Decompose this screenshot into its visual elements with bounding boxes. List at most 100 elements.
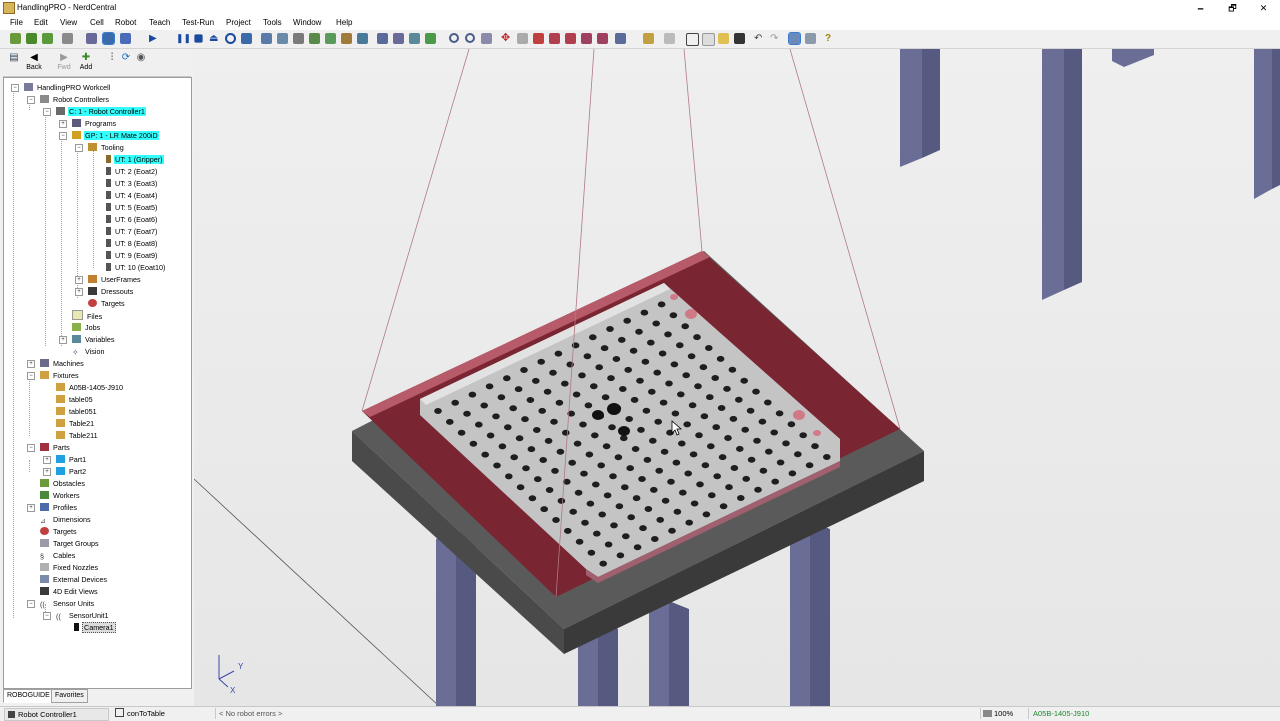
tree-tool-8[interactable]: UT: 8 (Eoat8) — [106, 238, 158, 249]
tree-parts[interactable]: − Parts — [27, 442, 71, 453]
program-edit-icon[interactable] — [377, 33, 388, 44]
tree-machines[interactable]: + Machines — [27, 358, 85, 369]
tree-4d-edit-views[interactable]: 4D Edit Views — [40, 586, 99, 597]
target-icon[interactable] — [293, 33, 304, 44]
menu-tools[interactable]: Tools — [263, 18, 282, 27]
add-target-icon[interactable] — [26, 33, 37, 44]
zoom-fit-icon[interactable] — [481, 33, 492, 44]
maximize-button[interactable]: 🗗 — [1216, 0, 1249, 16]
tree-tool-7[interactable]: UT: 7 (Eoat7) — [106, 226, 158, 237]
menu-help[interactable]: Help — [336, 18, 352, 27]
tree-variables[interactable]: + Variables — [59, 334, 115, 345]
redo-icon[interactable]: ↷ — [770, 33, 781, 44]
forward-button[interactable]: ▶ Fwd — [53, 52, 75, 74]
tree-tool-2[interactable]: UT: 2 (Eoat2) — [106, 166, 158, 177]
tree-userframes[interactable]: + UserFrames — [75, 274, 142, 285]
teach-icon[interactable] — [10, 33, 21, 44]
jog2-icon[interactable] — [565, 33, 576, 44]
chart-icon[interactable] — [805, 33, 816, 44]
tree-vision[interactable]: ✧ Vision — [72, 346, 105, 357]
layout-icon[interactable] — [357, 33, 368, 44]
tree-jobs[interactable]: Jobs — [72, 322, 101, 333]
tree-files[interactable]: Files — [72, 310, 103, 321]
grid-icon[interactable] — [686, 33, 699, 46]
tree-tool-1[interactable]: UT: 1 (Gripper) — [106, 154, 164, 165]
run-icon[interactable]: ▶ — [149, 33, 160, 44]
move-icon[interactable]: ✥ — [501, 33, 512, 44]
align-icon[interactable] — [517, 33, 528, 44]
program-icon[interactable] — [86, 33, 97, 44]
minimize-button[interactable]: 🗕 — [1184, 0, 1217, 16]
menu-window[interactable]: Window — [293, 18, 321, 27]
tree-part-2[interactable]: + Part2 — [43, 466, 87, 477]
tree-dimensions[interactable]: ⊿ Dimensions — [40, 514, 92, 525]
tree-target-groups[interactable]: Target Groups — [40, 538, 100, 549]
search-tree-icon[interactable]: ◉ — [130, 52, 152, 74]
tab-favorites[interactable]: Favorites — [51, 689, 88, 703]
tree-targets-global[interactable]: Targets — [40, 526, 78, 537]
refresh-icon[interactable] — [277, 33, 288, 44]
tree-profiles[interactable]: + Profiles — [27, 502, 78, 513]
tree-sensor-unit-1[interactable]: −((SensorUnit1 — [43, 610, 110, 621]
view-icon[interactable] — [615, 33, 626, 44]
menu-test-run[interactable]: Test-Run — [182, 18, 214, 27]
fixture-icon[interactable] — [325, 33, 336, 44]
jog4-icon[interactable] — [597, 33, 608, 44]
tree-fixture-1[interactable]: A05B-1405-J910 — [56, 382, 124, 393]
stop-icon[interactable] — [194, 34, 203, 43]
tree-external-devices[interactable]: External Devices — [40, 574, 108, 585]
measure-icon[interactable] — [643, 33, 654, 44]
menu-teach[interactable]: Teach — [149, 18, 170, 27]
new-icon[interactable] — [702, 33, 715, 46]
tree-tool-5[interactable]: UT: 5 (Eoat5) — [106, 202, 158, 213]
menu-robot[interactable]: Robot — [115, 18, 136, 27]
tree-camera-1[interactable]: Camera1 — [74, 622, 116, 633]
tree-tool-6[interactable]: UT: 6 (Eoat6) — [106, 214, 158, 225]
panel-menu-icon[interactable]: ▤ — [3, 52, 25, 74]
save-icon[interactable] — [734, 33, 745, 44]
tree-tool-10[interactable]: UT: 10 (Eoat10) — [106, 262, 166, 273]
tree-tooling[interactable]: − Tooling — [75, 142, 125, 153]
add-button[interactable]: ✚ Add — [75, 52, 97, 74]
frame-icon[interactable] — [533, 33, 544, 44]
tree-targets[interactable]: Targets — [88, 298, 126, 309]
tree-workers[interactable]: Workers — [40, 490, 81, 501]
reset-icon[interactable] — [225, 33, 236, 44]
tree-obstacles[interactable]: Obstacles — [40, 478, 86, 489]
hand-icon[interactable] — [664, 33, 675, 44]
online-icon[interactable] — [393, 33, 404, 44]
zoom-out-icon[interactable] — [465, 33, 475, 43]
menu-edit[interactable]: Edit — [34, 18, 48, 27]
back-button[interactable]: ◀ Back — [23, 52, 45, 74]
open-icon[interactable] — [718, 33, 729, 44]
tree-view-icon[interactable] — [788, 32, 801, 45]
tree-workcell[interactable]: − HandlingPRO Workcell — [11, 82, 111, 93]
pause-icon[interactable]: ❚❚ — [176, 33, 191, 44]
menu-cell[interactable]: Cell — [90, 18, 104, 27]
io-icon[interactable] — [409, 33, 420, 44]
part-icon[interactable] — [341, 33, 352, 44]
tree-group-1[interactable]: − GP: 1 - LR Mate 200iD — [59, 130, 159, 141]
select-mode-icon[interactable] — [102, 32, 115, 45]
machine-icon[interactable] — [309, 33, 320, 44]
tree-fixture-4[interactable]: Table21 — [56, 418, 95, 429]
tree-controller-1[interactable]: − C: 1 - Robot Controller1 — [43, 106, 146, 117]
check-icon[interactable] — [425, 33, 436, 44]
touchup-icon[interactable] — [62, 33, 73, 44]
tree-dressouts[interactable]: + Dressouts — [75, 286, 134, 297]
tree-fixture-2[interactable]: table05 — [56, 394, 94, 405]
tree-fixture-5[interactable]: Table211 — [56, 430, 99, 441]
help-icon[interactable]: ? — [825, 33, 836, 44]
record-icon[interactable] — [120, 33, 131, 44]
tree-tool-4[interactable]: UT: 4 (Eoat4) — [106, 190, 158, 201]
tree-fixed-nozzles[interactable]: Fixed Nozzles — [40, 562, 99, 573]
tree-robot-controllers[interactable]: − Robot Controllers — [27, 94, 110, 105]
modify-target-icon[interactable] — [42, 33, 53, 44]
eject-icon[interactable]: ⏏ — [209, 33, 220, 44]
close-button[interactable]: ✕ — [1247, 0, 1280, 16]
status-program[interactable]: conToTable — [113, 708, 211, 719]
jog3-icon[interactable] — [581, 33, 592, 44]
status-controller[interactable]: Robot Controller1 — [4, 708, 109, 721]
tree-programs[interactable]: + Programs — [59, 118, 117, 129]
tree-tool-9[interactable]: UT: 9 (Eoat9) — [106, 250, 158, 261]
